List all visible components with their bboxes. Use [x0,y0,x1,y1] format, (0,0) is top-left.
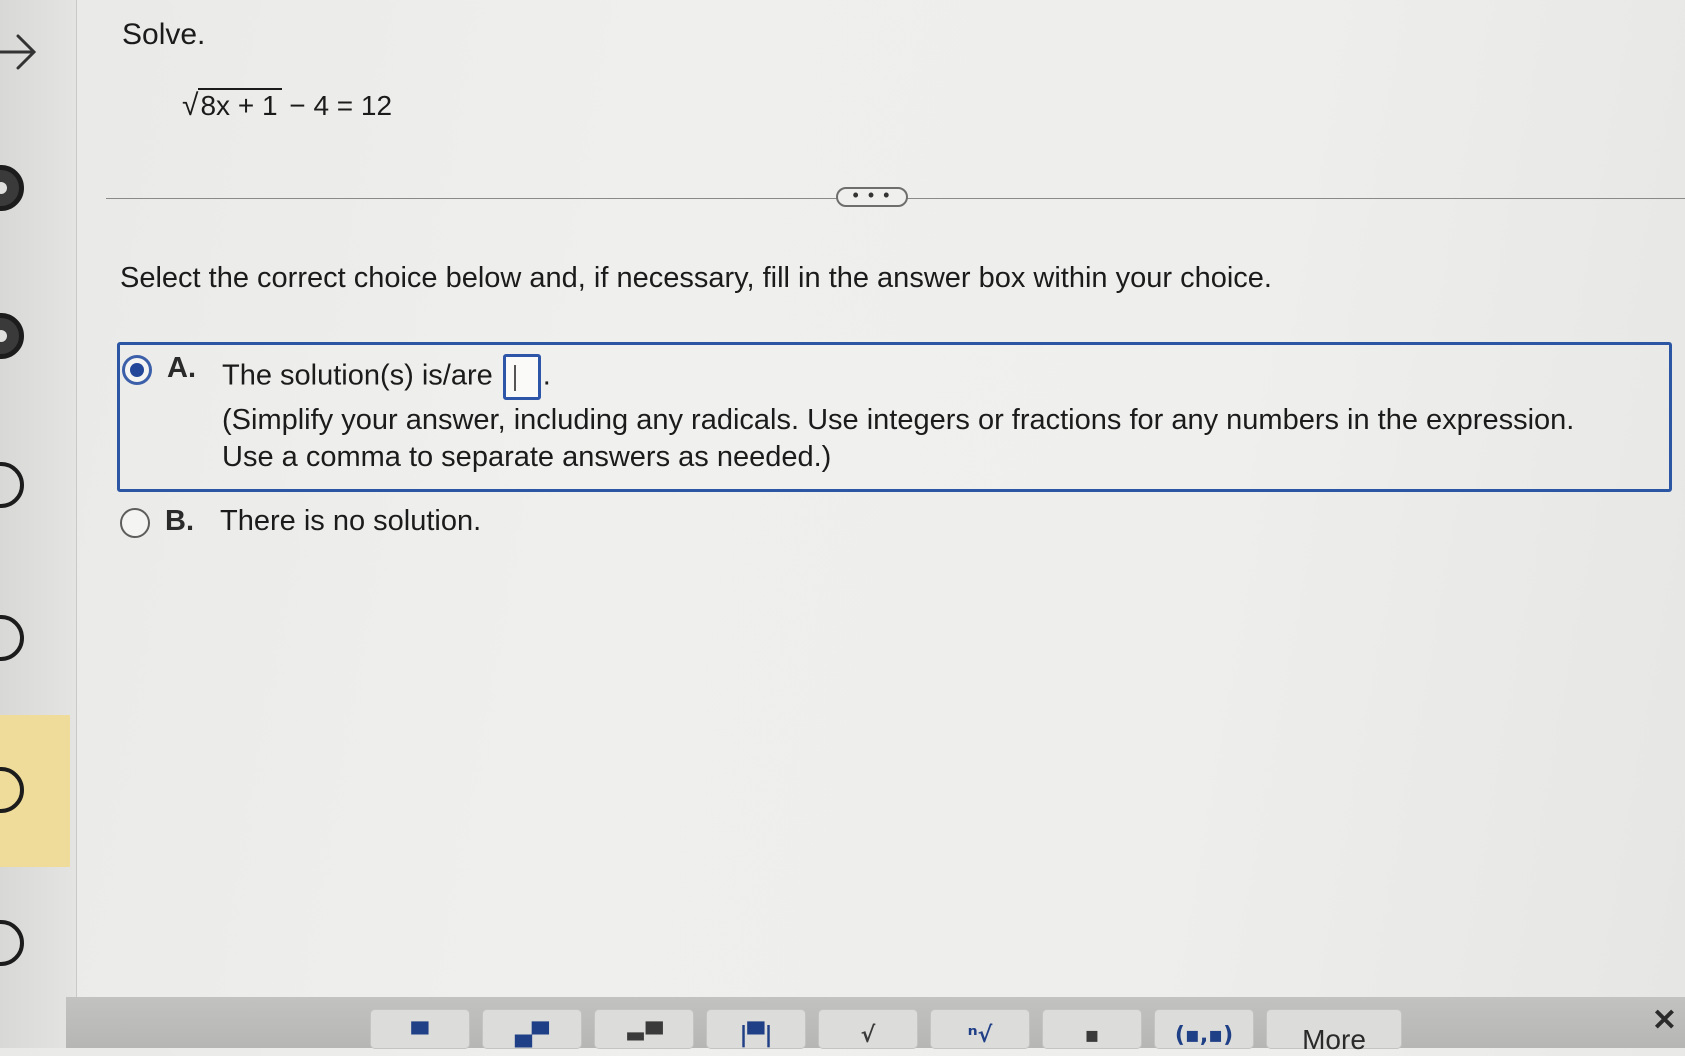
question-status-icon[interactable] [0,313,24,359]
choice-a-radio[interactable] [122,355,152,385]
instruction-text: Select the correct choice below and, if … [120,262,1272,294]
square-root-icon: √ [860,1023,876,1048]
nth-root-icon: ⁿ√ [967,1023,993,1048]
choice-a-letter: A. [167,352,196,384]
exponent-icon: ▬▀ [625,1023,663,1048]
equation: √8x + 1 − 4 = 12 [182,88,392,123]
mixed-number-button[interactable]: ▄▀ [482,1009,582,1049]
close-icon[interactable]: ✕ [1652,1003,1677,1038]
radicand: 8x + 1 [198,88,282,122]
question-status-icon[interactable] [0,165,24,211]
answer-input[interactable] [502,354,541,400]
choice-b-radio[interactable] [120,508,150,538]
choice-a-label: The solution(s) is/are [222,359,493,392]
absolute-value-icon: |▀| [739,1023,773,1048]
decimal-button[interactable]: ▪ [1042,1009,1142,1049]
choice-a-hint-line-1: (Simplify your answer, including any rad… [222,404,1575,436]
arrow-right-icon[interactable] [0,30,38,74]
more-tools-button[interactable]: More [1266,1009,1402,1055]
ordered-pair-button[interactable]: (▪,▪) [1154,1009,1254,1049]
choice-a-hint-line-2: Use a comma to separate answers as neede… [222,441,832,473]
expand-button[interactable]: • • • [836,186,908,207]
nth-root-button[interactable]: ⁿ√ [930,1009,1030,1049]
question-nav-strip [0,0,77,1048]
mixed-number-icon: ▄▀ [515,1023,549,1048]
square-root-icon: √ [182,89,199,122]
radical: √8x + 1 [182,88,282,123]
text-caret [513,365,516,391]
choice-b-letter: B. [165,505,194,537]
math-toolbar: ▀ ▄▀ ▬▀ |▀| √ ⁿ√ ▪ (▪,▪) More ✕ [66,997,1685,1055]
question-title: Solve. [122,18,206,51]
decimal-icon: ▪ [1084,1023,1100,1048]
absolute-value-button[interactable]: |▀| [706,1009,806,1049]
fraction-icon: ▀ [411,1023,429,1048]
choice-a-period: . [542,359,551,392]
exponent-button[interactable]: ▬▀ [594,1009,694,1049]
more-tools-label: More [1302,1024,1366,1055]
ordered-pair-icon: (▪,▪) [1174,1023,1234,1048]
question-status-icon[interactable] [0,920,24,966]
question-status-icon[interactable] [0,615,24,661]
square-root-button[interactable]: √ [818,1009,918,1049]
question-status-icon[interactable] [0,462,24,508]
choice-b-text[interactable]: There is no solution. [220,502,481,540]
equation-rest: − 4 = 12 [281,90,393,121]
fraction-button[interactable]: ▀ [370,1009,470,1049]
choice-a-text: The solution(s) is/are. [222,354,551,400]
